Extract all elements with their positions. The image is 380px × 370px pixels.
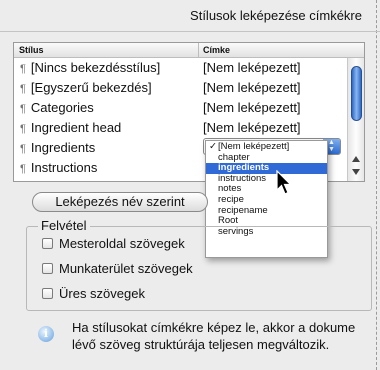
checkmark-icon: ✓	[209, 141, 217, 152]
scroll-up-arrow-icon[interactable]	[352, 156, 360, 162]
style-name: Categories	[30, 100, 94, 115]
info-line-2: lévő szöveg struktúrája teljesen megvált…	[72, 337, 330, 352]
table-row[interactable]: ¶ Categories [Nem leképezett]	[14, 98, 364, 118]
style-name: Ingredient head	[30, 120, 122, 135]
checkbox-label: Üres szövegek	[59, 285, 145, 301]
pasteboard-text-checkbox[interactable]: Munkaterület szövegek	[42, 260, 193, 276]
tag-cell[interactable]: [Nem leképezett]	[199, 58, 301, 78]
paragraph-icon: ¶	[20, 163, 26, 175]
paragraph-icon: ¶	[20, 63, 26, 75]
style-name: Instructions	[30, 160, 98, 175]
menu-item[interactable]: ✓ [Nem leképezett]	[206, 141, 327, 153]
style-name: [Nincs bekezdésstílus]	[30, 60, 161, 75]
scrollbar-thumb[interactable]	[351, 66, 362, 121]
master-page-text-checkbox[interactable]: Mesteroldal szövegek	[42, 235, 185, 251]
style-cell: ¶ Instructions	[14, 158, 199, 178]
table-scrollbar[interactable]	[347, 58, 364, 181]
paragraph-icon: ¶	[20, 143, 26, 155]
table-row[interactable]: ¶ Ingredient head [Nem leképezett]	[14, 118, 364, 138]
style-cell: ¶ [Egyszerű bekezdés]	[14, 78, 199, 98]
style-cell: ¶ [Nincs bekezdésstílus]	[14, 58, 199, 78]
tag-cell[interactable]: [Nem leképezett]	[199, 118, 301, 138]
paragraph-icon: ¶	[20, 83, 26, 95]
checkbox-box[interactable]	[42, 262, 53, 274]
info-message: Ha stílusokat címkékre képez le, akkor a…	[72, 319, 377, 353]
menu-item-label: [Nem leképezett]	[218, 141, 290, 152]
style-name: [Egyszerű bekezdés]	[30, 80, 152, 95]
tag-cell[interactable]: [Nem leképezett]	[199, 78, 301, 98]
style-cell: ¶ Categories	[14, 98, 199, 118]
checkbox-label: Mesteroldal szövegek	[59, 235, 185, 251]
table-row[interactable]: ¶ [Nincs bekezdésstílus] [Nem leképezett]	[14, 58, 364, 78]
info-line-1: Ha stílusokat címkékre képez le, akkor a…	[72, 320, 356, 335]
paragraph-icon: ¶	[20, 103, 26, 115]
empty-text-checkbox[interactable]: Üres szövegek	[42, 285, 145, 301]
style-cell: ¶ Ingredient head	[14, 118, 199, 138]
info-icon: i	[38, 326, 54, 342]
style-cell: ¶ Ingredients	[14, 138, 199, 158]
style-name: Ingredients	[30, 140, 96, 155]
table-row[interactable]: ¶ [Egyszerű bekezdés] [Nem leképezett]	[14, 78, 364, 98]
tag-cell[interactable]: [Nem leképezett]	[199, 98, 301, 118]
scroll-down-arrow-icon[interactable]	[352, 169, 360, 175]
menu-item[interactable]: recipe	[206, 194, 327, 206]
tag-cell[interactable]	[199, 158, 203, 178]
include-legend: Felvétel	[38, 218, 90, 233]
table-header: Stílus Címke	[14, 43, 364, 58]
panel-title: Stílusok leképezése címkékre	[190, 8, 362, 23]
panel-edge	[376, 0, 377, 370]
column-header-style[interactable]: Stílus	[14, 43, 199, 57]
panel-header: Stílusok leképezése címkékre	[0, 0, 380, 32]
map-by-name-button[interactable]: Leképezés név szerint	[32, 192, 208, 212]
mouse-pointer-icon	[276, 170, 292, 195]
column-header-tag[interactable]: Címke	[199, 43, 230, 57]
paragraph-icon: ¶	[20, 123, 26, 135]
checkbox-box[interactable]	[42, 287, 53, 299]
checkbox-box[interactable]	[42, 237, 53, 249]
checkbox-label: Munkaterület szövegek	[59, 260, 193, 276]
